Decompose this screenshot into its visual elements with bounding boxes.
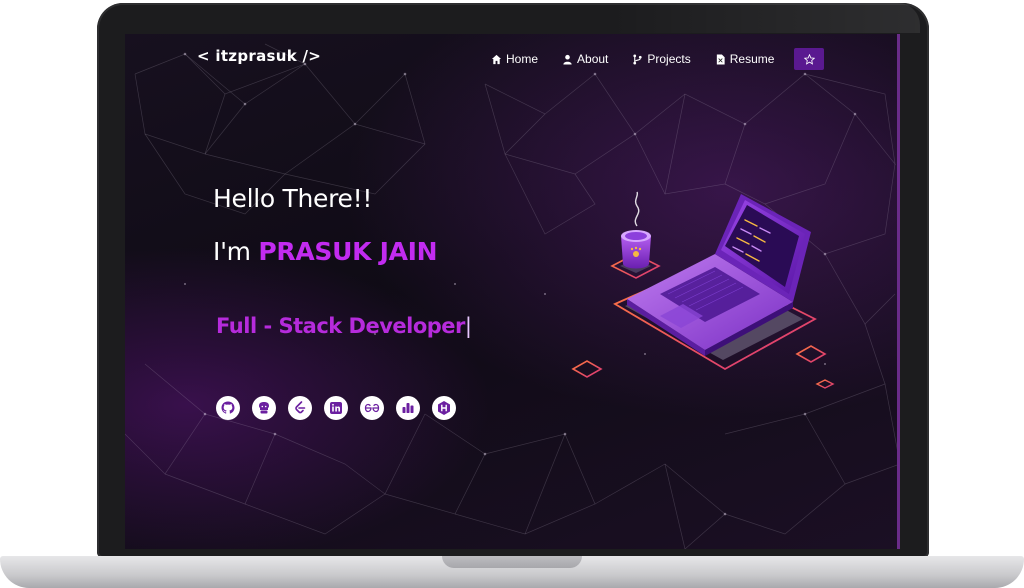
branch-icon: [633, 53, 642, 65]
hackerrank-icon: [438, 401, 450, 415]
nav-projects-label: Projects: [647, 52, 691, 66]
star-icon: [803, 53, 815, 65]
user-icon: [563, 54, 572, 65]
theme-toggle-button[interactable]: [794, 48, 825, 70]
social-links: [216, 396, 456, 420]
nav-about[interactable]: About: [562, 52, 608, 66]
hackerrank-link[interactable]: [432, 396, 456, 420]
file-icon: [716, 53, 725, 65]
geeksforgeeks-icon: [364, 403, 380, 413]
nav-about-label: About: [577, 52, 609, 66]
scrollbar[interactable]: [897, 34, 900, 549]
nav-resume-label: Resume: [729, 52, 775, 66]
laptop-illustration: [571, 191, 835, 389]
github-icon: [221, 401, 235, 414]
intro-line: I'm PRASUK JAIN: [213, 237, 438, 266]
nav-home-label: Home: [506, 52, 539, 66]
linkedin-icon: [330, 402, 342, 414]
role-text: Full - Stack Developer: [216, 314, 465, 338]
codechef-link[interactable]: [252, 396, 276, 420]
nav-resume[interactable]: Resume: [715, 52, 775, 66]
intro-prefix: I'm: [213, 237, 259, 266]
leetcode-link[interactable]: [288, 396, 312, 420]
screen: < itzprasuk /> Home About Projects Resum…: [125, 34, 900, 549]
codechef-icon: [259, 402, 269, 414]
navbar: Home About Projects Resume: [491, 48, 825, 70]
nav-projects[interactable]: Projects: [632, 52, 691, 66]
laptop-notch: [442, 556, 582, 568]
codeforces-link[interactable]: [396, 396, 420, 420]
hero-name: PRASUK JAIN: [258, 237, 438, 266]
typing-cursor: |: [464, 314, 472, 338]
nav-home[interactable]: Home: [491, 52, 538, 66]
github-link[interactable]: [216, 396, 240, 420]
linkedin-link[interactable]: [324, 396, 348, 420]
lid-glare: [610, 3, 920, 33]
greeting: Hello There!!: [213, 184, 373, 213]
geeksforgeeks-link[interactable]: [360, 396, 384, 420]
codeforces-icon: [402, 403, 414, 413]
brand-logo[interactable]: < itzprasuk />: [197, 47, 321, 65]
role-typewriter: Full - Stack Developer|: [216, 314, 472, 338]
home-icon: [491, 54, 502, 64]
leetcode-icon: [295, 401, 306, 414]
